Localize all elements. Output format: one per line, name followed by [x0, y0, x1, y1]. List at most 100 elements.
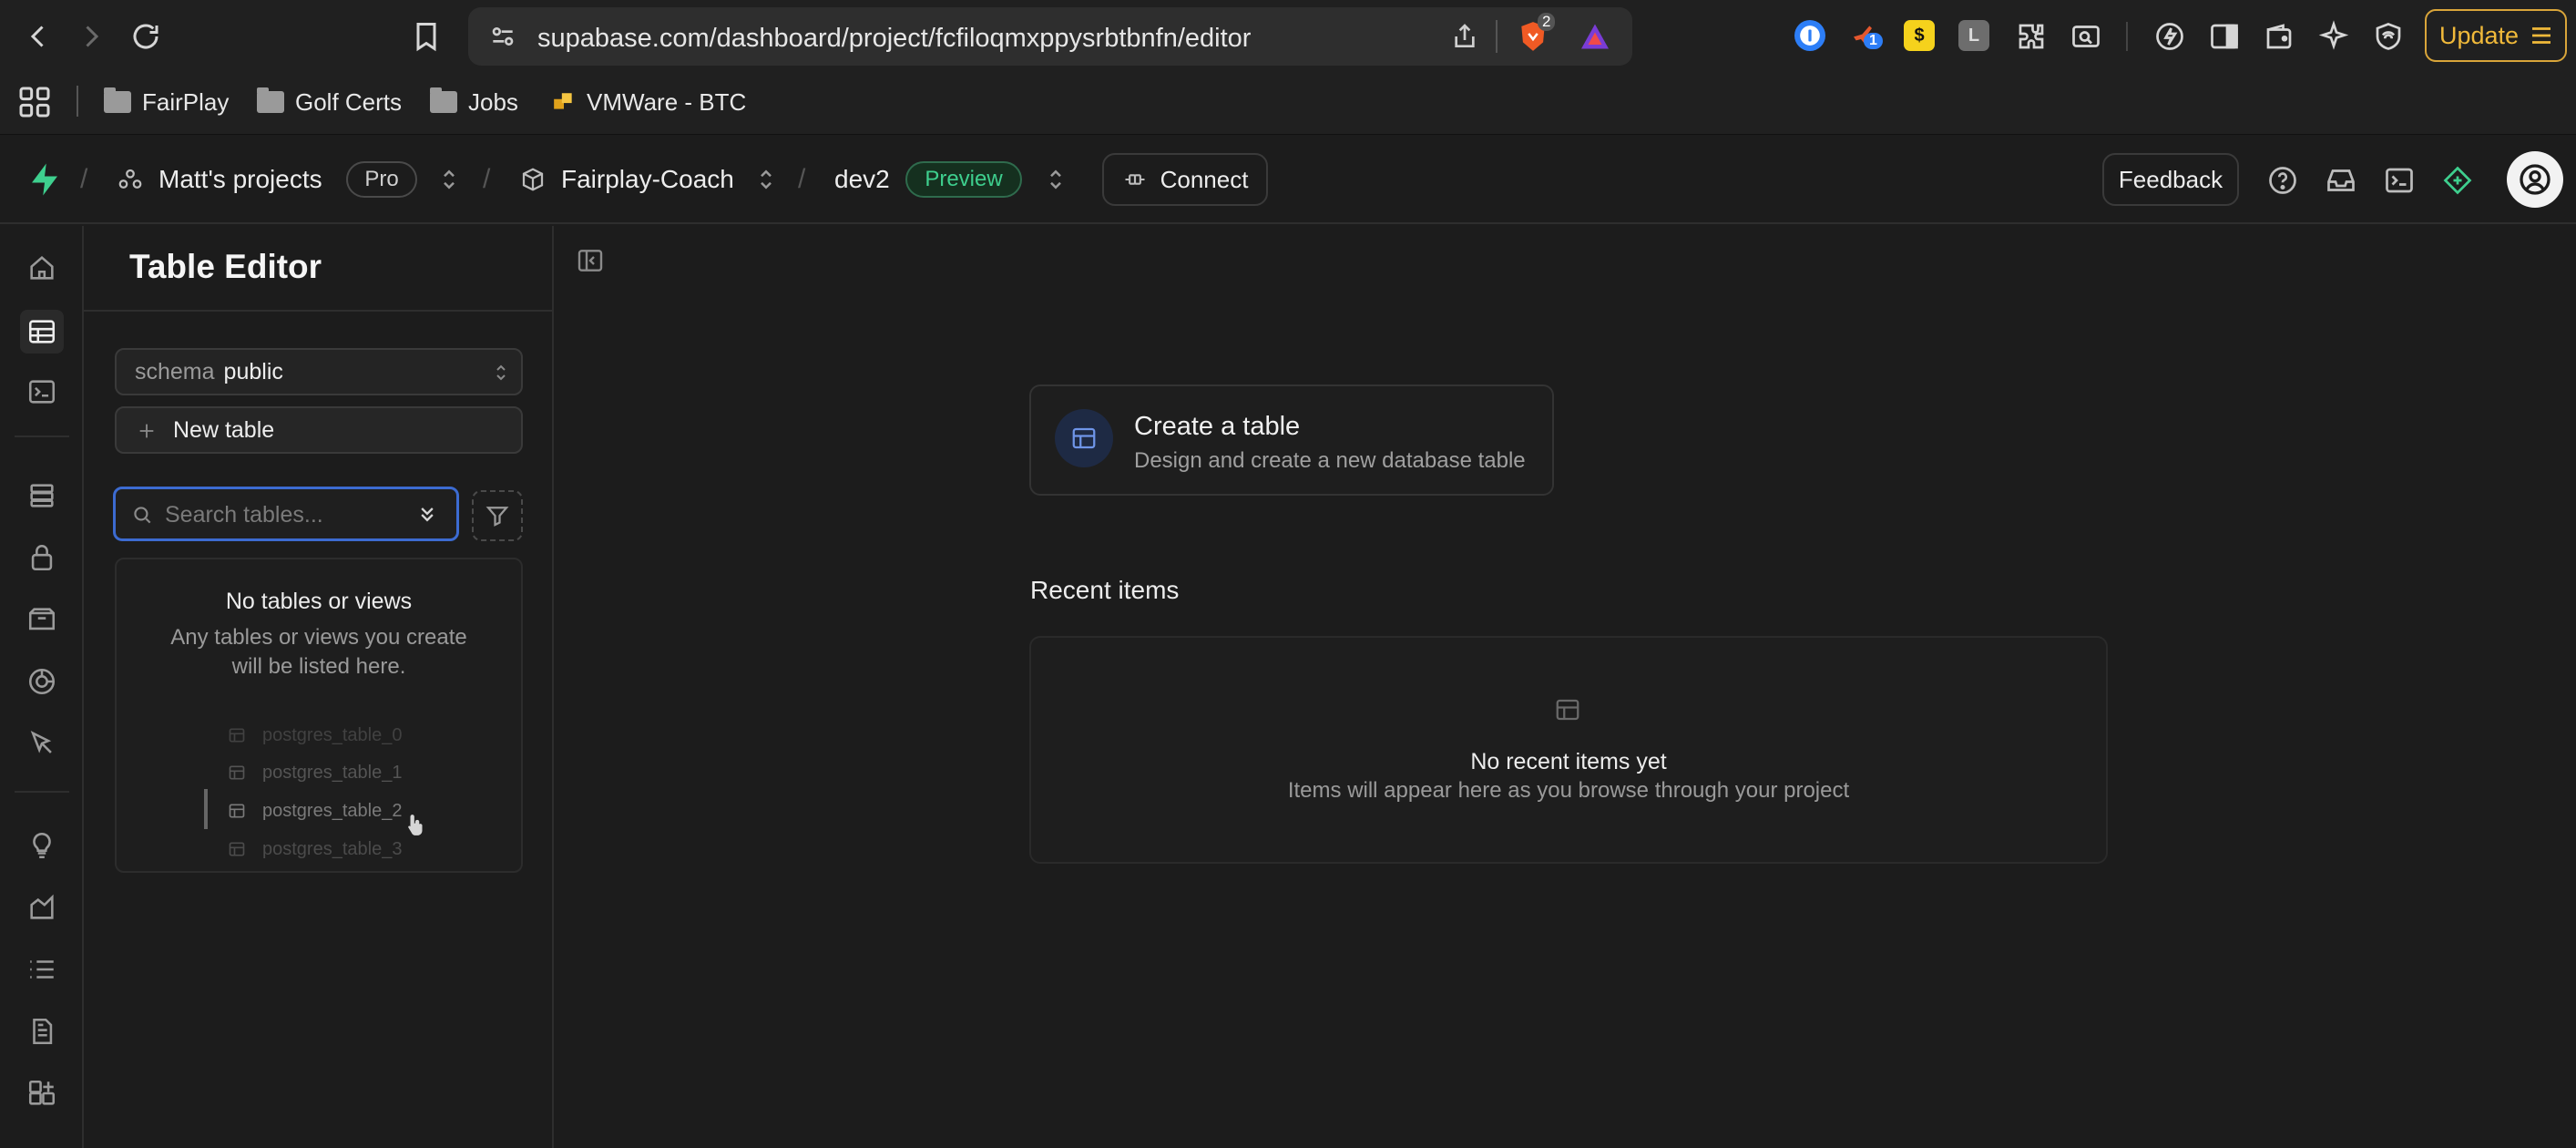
nav-database-icon[interactable] — [20, 474, 64, 518]
url-separator — [1496, 20, 1498, 53]
speedreader-icon[interactable] — [2150, 16, 2190, 56]
search-input[interactable] — [165, 498, 393, 531]
folder-icon — [430, 87, 457, 113]
extension-letter-icon[interactable]: L — [1958, 20, 1989, 51]
extension-dollar-icon[interactable]: $ — [1904, 20, 1935, 51]
org-name: Matt's projects — [158, 165, 322, 193]
nav-divider — [15, 436, 69, 437]
vmware-favicon-icon — [554, 93, 572, 109]
create-table-title: Create a table — [1134, 412, 1301, 441]
inbox-icon[interactable] — [2325, 164, 2357, 197]
bookmark-label: Jobs — [468, 87, 518, 116]
preview-badge: Preview — [905, 161, 1022, 198]
panel-divider — [84, 310, 554, 312]
back-icon[interactable] — [18, 16, 58, 56]
org-switch-chevrons-icon[interactable] — [435, 166, 463, 193]
nav-home-icon[interactable] — [20, 246, 64, 290]
branch-name: dev2 — [834, 165, 890, 193]
apps-grid-icon[interactable] — [16, 84, 53, 120]
nav-integrations-icon[interactable] — [20, 1071, 64, 1115]
url-text: supabase.com/dashboard/project/fcfiloqmx… — [537, 24, 1252, 53]
branch-selector[interactable]: dev2 — [834, 160, 890, 199]
double-chevron-down-icon[interactable] — [414, 502, 440, 528]
nav-reports-icon[interactable] — [20, 886, 64, 929]
connect-button[interactable]: Connect — [1102, 153, 1268, 206]
create-table-icon-circle — [1055, 409, 1113, 467]
table-icon — [229, 728, 245, 743]
filter-button[interactable] — [472, 490, 523, 541]
breadcrumb-separator: / — [80, 164, 88, 194]
search-tables-field[interactable] — [113, 487, 459, 541]
nav-advisors-bulb-icon[interactable] — [20, 824, 64, 867]
collapse-sidebar-icon[interactable] — [576, 246, 605, 275]
wallet-icon[interactable] — [2259, 16, 2299, 56]
menu-icon — [2532, 27, 2551, 44]
placeholder-table-name: postgres_table_0 — [262, 724, 403, 745]
placeholder-table-name: postgres_table_3 — [262, 838, 403, 859]
branch-switch-chevrons-icon[interactable] — [1042, 166, 1069, 193]
bookmark-label: VMWare - BTC — [587, 87, 747, 116]
forward-icon[interactable] — [71, 16, 111, 56]
nav-table-editor-icon[interactable] — [20, 310, 64, 354]
project-selector[interactable]: Fairplay-Coach — [519, 160, 734, 199]
breadcrumb-separator: / — [483, 164, 491, 194]
folder-icon — [104, 87, 131, 113]
leo-ai-icon[interactable] — [2314, 16, 2354, 56]
supabase-logo-icon[interactable] — [26, 160, 64, 199]
brave-rewards-icon[interactable] — [1578, 20, 1612, 53]
feedback-button[interactable]: Feedback — [2102, 153, 2239, 206]
plug-icon — [1125, 174, 1145, 185]
panel-title: Table Editor — [129, 248, 322, 285]
reload-icon[interactable] — [126, 16, 166, 56]
brave-shields-icon[interactable]: 2 — [1516, 13, 1556, 55]
reader-mode-icon[interactable] — [2066, 16, 2106, 56]
bookmark-fairplay[interactable]: FairPlay — [104, 86, 229, 118]
table-icon — [229, 842, 245, 856]
advisor-diamond-icon[interactable] — [2441, 164, 2474, 197]
nav-storage-icon[interactable] — [20, 598, 64, 641]
password-manager-icon[interactable] — [1794, 20, 1825, 51]
update-button[interactable]: Update — [2425, 9, 2567, 62]
nav-edge-functions-icon[interactable] — [20, 722, 64, 765]
bookmark-golf-certs[interactable]: Golf Certs — [257, 86, 402, 118]
extension-airplane-icon[interactable]: 1 — [1849, 20, 1883, 51]
placeholder-table-name: postgres_table_2 — [262, 800, 403, 821]
bookmark-label: Golf Certs — [295, 87, 403, 116]
empty-title: No tables or views — [225, 589, 413, 614]
table-icon — [1072, 427, 1096, 449]
brave-badge: 2 — [1538, 13, 1556, 31]
placeholder-table-name: postgres_table_1 — [262, 762, 403, 783]
bookmark-jobs[interactable]: Jobs — [430, 86, 518, 118]
empty-description: Any tables or views you create will be l… — [170, 625, 467, 679]
bookmark-vmware-btc[interactable]: VMWare - BTC — [552, 86, 746, 118]
table-icon — [229, 765, 245, 780]
recent-items-heading: Recent items — [1030, 576, 1180, 604]
nav-logs-list-icon[interactable] — [20, 948, 64, 991]
table-icon — [1556, 699, 1579, 721]
help-icon[interactable] — [2266, 164, 2299, 197]
new-table-button[interactable]: New table — [115, 406, 523, 454]
vpn-shield-icon[interactable] — [2368, 16, 2408, 56]
share-icon[interactable] — [1450, 22, 1479, 51]
terminal-icon[interactable] — [2383, 164, 2416, 197]
org-selector[interactable]: Matt's projects — [117, 160, 322, 199]
nav-api-docs-icon[interactable] — [20, 1010, 64, 1053]
project-switch-chevrons-icon[interactable] — [752, 166, 780, 193]
nav-realtime-icon[interactable] — [20, 660, 64, 703]
table-icon — [229, 804, 245, 818]
extensions-puzzle-icon[interactable] — [2011, 16, 2051, 56]
schema-selector[interactable]: schema public — [115, 348, 523, 395]
hand-cursor-icon — [408, 815, 423, 835]
bookmark-page-icon[interactable] — [406, 16, 446, 56]
nav-auth-lock-icon[interactable] — [20, 536, 64, 579]
folder-icon — [257, 87, 284, 113]
user-icon — [2520, 164, 2550, 195]
connect-label: Connect — [1160, 165, 1249, 193]
site-settings-icon[interactable] — [488, 22, 517, 51]
address-bar[interactable]: supabase.com/dashboard/project/fcfiloqmx… — [468, 7, 1632, 66]
avatar[interactable] — [2507, 151, 2563, 208]
schema-chevrons-icon — [496, 364, 506, 381]
nav-sql-editor-icon[interactable] — [20, 370, 64, 414]
schema-value: public — [223, 358, 283, 384]
sidebar-icon[interactable] — [2204, 16, 2244, 56]
